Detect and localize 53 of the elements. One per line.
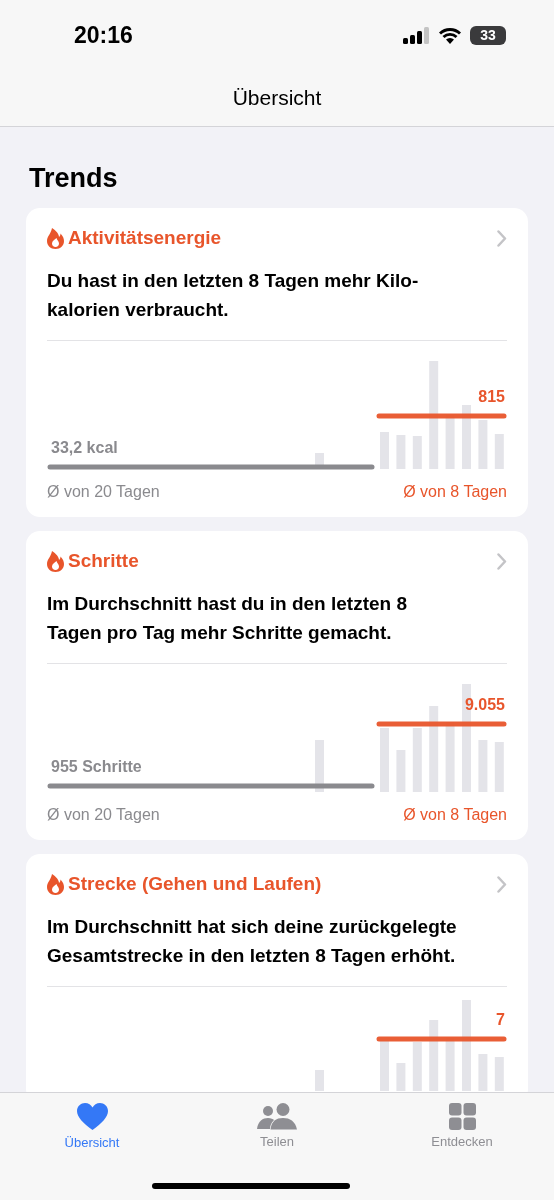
average-value: 33,2 kcal xyxy=(51,439,118,457)
chart-bar xyxy=(429,1020,439,1091)
card-title: Aktivitätsenergie xyxy=(68,227,222,249)
chart-bar xyxy=(315,1070,324,1091)
flame-icon xyxy=(47,550,64,572)
chart-bar xyxy=(380,432,389,469)
chevron-icon xyxy=(497,229,507,247)
average-value: 7 xyxy=(496,1011,505,1029)
chart-bar xyxy=(380,1040,389,1091)
chart-caption: Ø von 20 Tagen xyxy=(47,806,160,824)
trend-summary: Im Durchschnitt hat sich deine zurückgelegte Gesamtstrecke in den letzten 8 Tagen erhöht. xyxy=(47,915,458,968)
chart-bar xyxy=(396,435,406,469)
chart-bar xyxy=(478,740,488,792)
average-value: 9.055 xyxy=(464,696,505,714)
chart-bar xyxy=(494,742,504,792)
wifi-icon xyxy=(438,26,462,44)
chart-bar xyxy=(462,405,471,469)
card-title: Schritte xyxy=(68,550,139,572)
chart-bar xyxy=(412,436,422,469)
heart-icon xyxy=(76,1103,108,1131)
chart-bar xyxy=(478,1054,488,1091)
signal-icon xyxy=(403,26,430,44)
chart-bar xyxy=(396,1063,406,1091)
flame-icon xyxy=(47,873,64,895)
trend-card[interactable]: Strecke (Gehen und Laufen) Im Durchschnitt hat sich deine zurückgelegte Gesamtstrecke in den letzten 8 Tagen erhöht. 7 xyxy=(26,854,528,1092)
trend-summary: Im Durchschnitt hast du in den letzten 8 Tagen pro Tag mehr Schritte gemacht. xyxy=(47,592,408,645)
chart-bar xyxy=(478,420,488,469)
chart-bar xyxy=(315,740,324,792)
tab-bar-item[interactable]: Übersicht xyxy=(32,1093,152,1200)
status-time: 20:16 xyxy=(74,21,133,49)
chart-caption: Ø von 8 Tagen xyxy=(403,806,507,824)
flame-icon xyxy=(47,227,64,249)
chevron-icon xyxy=(497,552,507,570)
section-title: Trends xyxy=(29,163,119,194)
chart-bar xyxy=(412,1042,422,1091)
people-icon xyxy=(257,1103,297,1130)
chevron-icon xyxy=(497,875,507,893)
chart-bar xyxy=(494,434,504,469)
grid-icon xyxy=(448,1103,476,1130)
average-value: 815 xyxy=(478,388,505,406)
card-title: Strecke (Gehen und Laufen) xyxy=(68,873,322,895)
trend-summary: Du hast in den letzten 8 Tagen mehr Kilo- kalorien verbraucht. xyxy=(47,269,420,322)
nav-title: Übersicht xyxy=(231,85,323,111)
chart-caption: Ø von 20 Tagen xyxy=(47,483,160,501)
battery-icon: 33 xyxy=(470,25,506,45)
chart-bar xyxy=(380,728,389,792)
chart-bar xyxy=(396,750,406,792)
chart-bar xyxy=(412,728,422,792)
trend-card[interactable]: Schritte Im Durchschnitt hast du in den letzten 8 Tagen pro Tag mehr Schritte gemacht. 955 Schritte 9.055 Ø von 20 Tagen Ø von 8 Tagen xyxy=(26,531,528,840)
chart-bar xyxy=(494,1057,504,1091)
chart-caption: Ø von 8 Tagen xyxy=(403,483,507,501)
average-value: 955 Schritte xyxy=(51,758,142,776)
trend-card[interactable]: Aktivitätsenergie Du hast in den letzten 8 Tagen mehr Kilo- kalorien verbraucht. 33,2 kcal 815 Ø von 20 Tagen Ø von 8 Tagen xyxy=(26,208,528,517)
